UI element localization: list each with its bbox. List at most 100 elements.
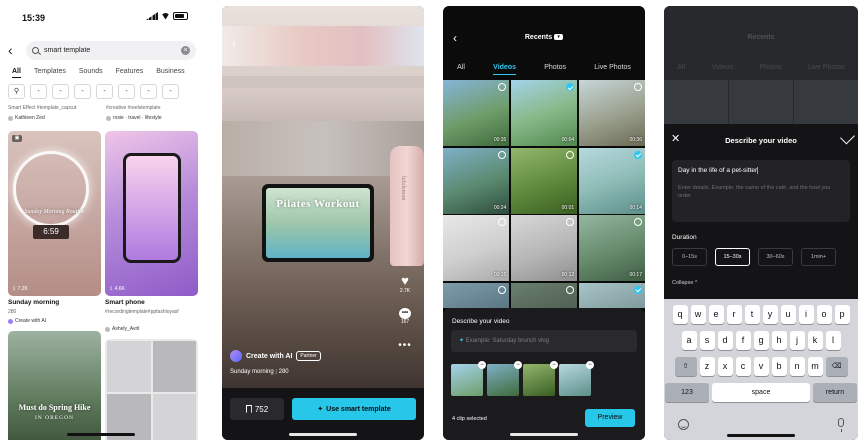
creator-row[interactable]: Create with AI Partner: [230, 350, 321, 362]
key-q[interactable]: q: [672, 305, 688, 324]
selected-clip-thumb[interactable]: −: [487, 361, 522, 396]
select-circle-icon[interactable]: [498, 218, 507, 226]
filter-chip[interactable]: -: [162, 84, 179, 99]
shift-key[interactable]: ⇧: [674, 357, 697, 376]
remove-clip-icon[interactable]: −: [550, 361, 558, 369]
chevron-down-icon[interactable]: ▾: [554, 34, 564, 41]
media-tile[interactable]: [510, 282, 578, 308]
key-l[interactable]: l: [825, 331, 841, 350]
duration-option[interactable]: 1min+: [801, 248, 836, 266]
filter-chip[interactable]: -: [30, 84, 47, 99]
album-title[interactable]: Recents: [525, 34, 552, 41]
save-button[interactable]: 752: [230, 398, 284, 420]
media-tile[interactable]: 00:17: [578, 215, 645, 281]
select-circle-icon[interactable]: [498, 83, 507, 91]
media-tile[interactable]: 00:01: [510, 147, 578, 214]
filter-chip[interactable]: -: [118, 84, 135, 99]
select-circle-icon[interactable]: [566, 83, 575, 91]
selected-clip-thumb[interactable]: −: [559, 361, 594, 396]
key-n[interactable]: n: [789, 357, 805, 376]
comment-button[interactable]: ••• 167: [394, 308, 416, 325]
filter-chip[interactable]: -: [96, 84, 113, 99]
key-e[interactable]: e: [708, 305, 724, 324]
previous-result-left[interactable]: Smart Effect #template_capcut Kathleen Z…: [8, 105, 100, 121]
key-r[interactable]: r: [726, 305, 742, 324]
media-tile[interactable]: 00:35: [443, 80, 510, 146]
key-c[interactable]: c: [735, 357, 751, 376]
collapse-toggle[interactable]: Collapse ^: [672, 280, 698, 286]
tab-sounds[interactable]: Sounds: [79, 68, 103, 78]
media-tile[interactable]: 00:04: [510, 80, 578, 146]
template-card-smart-phone[interactable]: ⇩ 4.6K: [105, 131, 198, 296]
filter-settings-chip[interactable]: ⚲: [8, 84, 25, 99]
select-circle-icon[interactable]: [498, 285, 507, 294]
duration-option[interactable]: 15–30s: [715, 248, 750, 266]
select-circle-icon[interactable]: [566, 150, 575, 159]
select-circle-icon[interactable]: [498, 150, 507, 159]
key-t[interactable]: t: [744, 305, 760, 324]
key-j[interactable]: j: [789, 331, 805, 350]
media-tile[interactable]: [578, 282, 645, 308]
numbers-key[interactable]: 123: [665, 383, 709, 402]
duration-option[interactable]: 0–15s: [672, 248, 707, 266]
return-key[interactable]: return: [813, 383, 857, 402]
key-s[interactable]: s: [699, 331, 715, 350]
key-d[interactable]: d: [717, 331, 733, 350]
tab-live-photos[interactable]: Live Photos: [594, 64, 631, 75]
key-w[interactable]: w: [690, 305, 706, 324]
remove-clip-icon[interactable]: −: [478, 361, 486, 369]
clear-search-icon[interactable]: ×: [181, 45, 190, 55]
key-a[interactable]: a: [681, 331, 697, 350]
filter-chip[interactable]: -: [140, 84, 157, 99]
select-circle-icon[interactable]: [634, 218, 642, 226]
back-chevron-icon[interactable]: ‹: [232, 36, 236, 50]
back-chevron-icon[interactable]: ‹: [8, 43, 20, 57]
key-u[interactable]: u: [780, 305, 796, 324]
select-circle-icon[interactable]: [566, 218, 575, 226]
duration-option[interactable]: 30–60s: [758, 248, 793, 266]
template-video[interactable]: Pilates Workout lululemon: [222, 6, 424, 388]
media-tile[interactable]: 00:14: [578, 147, 645, 214]
key-g[interactable]: g: [753, 331, 769, 350]
like-button[interactable]: ♥ 2.7K: [394, 274, 416, 295]
key-m[interactable]: m: [807, 357, 823, 376]
key-z[interactable]: z: [699, 357, 715, 376]
key-p[interactable]: p: [834, 305, 850, 324]
media-tile[interactable]: 00:12: [510, 215, 578, 281]
select-circle-icon[interactable]: [634, 83, 642, 91]
key-y[interactable]: y: [762, 305, 778, 324]
template-card-collage[interactable]: [105, 339, 198, 440]
selected-clip-thumb[interactable]: −: [523, 361, 558, 396]
preview-button[interactable]: Preview: [585, 409, 635, 427]
key-h[interactable]: h: [771, 331, 787, 350]
key-i[interactable]: i: [798, 305, 814, 324]
media-tile[interactable]: 00:24: [443, 147, 510, 214]
previous-result-right[interactable]: #creative #reelstemplate rosie · travel …: [106, 105, 198, 121]
select-circle-icon[interactable]: [566, 285, 575, 294]
template-card-spring-hike[interactable]: Must do Spring Hike IN OREGON: [8, 331, 101, 440]
template-card-sunday-morning[interactable]: ▣ Sunday Morning Routine 6:59 ⇩ 7.2K: [8, 131, 101, 296]
use-smart-template-button[interactable]: ✦ Use smart template: [292, 398, 416, 420]
tab-videos[interactable]: Videos: [493, 64, 516, 75]
describe-input[interactable]: ✦ Example: Saturday brunch vlog: [451, 330, 637, 352]
media-tile[interactable]: 00:15: [443, 215, 510, 281]
delete-key[interactable]: ⌫: [825, 357, 848, 376]
key-k[interactable]: k: [807, 331, 823, 350]
more-options-icon[interactable]: •••: [394, 340, 416, 351]
key-o[interactable]: o: [816, 305, 832, 324]
key-v[interactable]: v: [753, 357, 769, 376]
media-tile[interactable]: 00:36: [578, 80, 645, 146]
back-chevron-icon[interactable]: ‹: [453, 31, 457, 45]
remove-clip-icon[interactable]: −: [514, 361, 522, 369]
filter-chip[interactable]: -: [74, 84, 91, 99]
tab-features[interactable]: Features: [116, 68, 144, 78]
tab-all[interactable]: All: [12, 68, 21, 78]
key-f[interactable]: f: [735, 331, 751, 350]
media-tile[interactable]: [443, 282, 510, 308]
key-b[interactable]: b: [771, 357, 787, 376]
microphone-icon[interactable]: [838, 418, 844, 432]
key-x[interactable]: x: [717, 357, 733, 376]
emoji-icon[interactable]: [678, 419, 689, 430]
filter-chip[interactable]: -: [52, 84, 69, 99]
select-circle-icon[interactable]: [634, 285, 642, 294]
